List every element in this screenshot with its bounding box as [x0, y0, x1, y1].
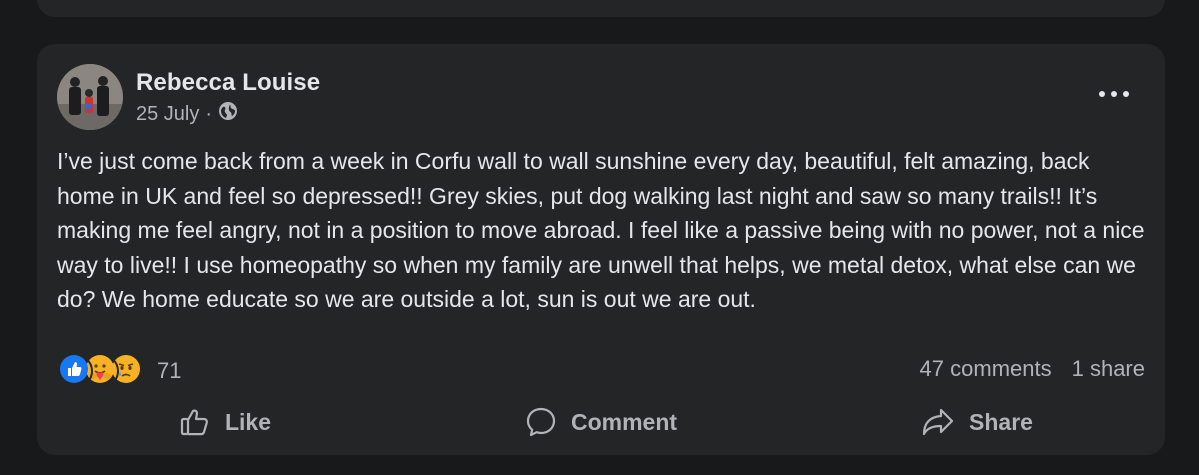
avatar[interactable]	[57, 64, 123, 130]
share-arrow-icon	[921, 406, 955, 438]
like-reaction-icon	[59, 354, 93, 388]
thumbs-up-icon	[179, 406, 211, 438]
globe-icon[interactable]	[218, 101, 238, 127]
share-button[interactable]: Share	[789, 399, 1165, 445]
reactions-summary[interactable]: 71	[59, 354, 181, 388]
previous-post-card	[37, 0, 1165, 17]
post-stats: 47 comments 1 share	[920, 356, 1145, 382]
meta-separator: ·	[205, 102, 213, 125]
like-label: Like	[224, 408, 272, 435]
comment-icon	[525, 406, 557, 438]
post-text: I’ve just come back from a week in Corfu…	[57, 148, 1145, 312]
shares-count-link[interactable]: 1 share	[1072, 356, 1145, 382]
post-card: Rebecca Louise 25 July · I’ve just come …	[37, 44, 1165, 455]
comment-label: Comment	[570, 408, 678, 435]
like-button[interactable]: Like	[37, 399, 413, 445]
comment-button[interactable]: Comment	[413, 399, 789, 445]
author-name[interactable]: Rebecca Louise	[136, 69, 320, 97]
share-label: Share	[969, 408, 1033, 435]
reaction-count: 71	[157, 358, 182, 383]
avatar-photo	[57, 64, 123, 130]
comments-count-link[interactable]: 47 comments	[920, 356, 1052, 382]
post-meta: 25 July ·	[136, 101, 238, 127]
more-options-icon[interactable]	[1099, 86, 1129, 102]
post-date[interactable]: 25 July	[136, 103, 199, 126]
post-actions: Like Comment Share	[37, 399, 1165, 445]
